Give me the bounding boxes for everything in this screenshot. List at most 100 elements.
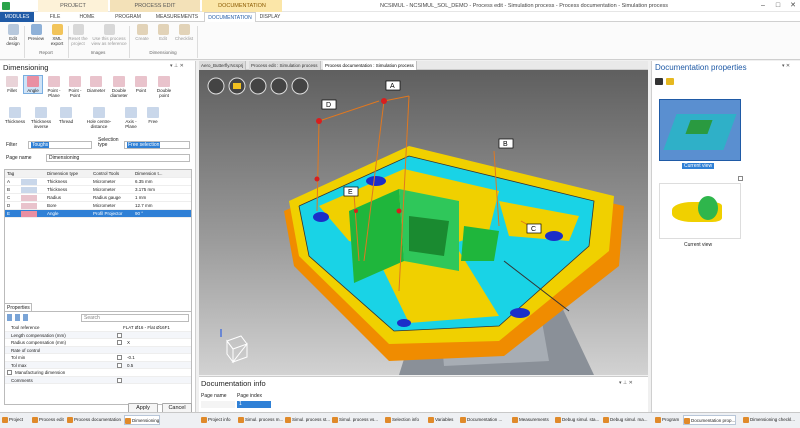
view-thumbnail-2[interactable] — [659, 183, 741, 239]
minimize-icon[interactable]: – — [756, 0, 770, 12]
property-row[interactable]: Rate of control — [5, 346, 191, 354]
tab-display[interactable]: DISPLAY — [258, 12, 282, 22]
filter-select[interactable]: Toughs — [28, 141, 92, 149]
properties-tab[interactable]: Properties — [4, 303, 32, 311]
tab-documentation[interactable]: DOCUMENTATION — [204, 12, 256, 22]
preview-button[interactable]: Preview — [25, 24, 47, 48]
camera-icon[interactable] — [291, 77, 309, 95]
layers-icon[interactable] — [249, 77, 267, 95]
tool-thickness[interactable]: Thickness — [3, 107, 27, 124]
property-row[interactable]: Length compensation (mm) — [5, 331, 191, 339]
properties-search-input[interactable]: Search — [81, 314, 189, 322]
selection-type-select[interactable]: Free selection — [124, 141, 190, 149]
panel-tab-simul-process-st[interactable]: Simul. process st... — [285, 415, 330, 425]
tool-double-diameter[interactable]: Double diameter — [108, 76, 130, 98]
pin-icon[interactable]: ▾ ⊥ ✕ — [170, 63, 184, 69]
page-index-cell[interactable]: 1 — [237, 401, 271, 408]
panel-tab-project[interactable]: Project — [2, 415, 23, 425]
page-name-cell[interactable] — [201, 401, 235, 408]
panel-tab-selection-info[interactable]: Selection info — [385, 415, 419, 425]
context-tab-project[interactable]: PROJECT — [38, 0, 108, 12]
property-row[interactable]: Manufacturing dimension — [5, 369, 191, 377]
panel-pin-icon[interactable]: ▾ ⊥ ✕ — [619, 380, 633, 386]
property-row[interactable]: Comments — [5, 376, 191, 384]
tool-axis-plane[interactable]: Axis - Plane — [120, 107, 142, 129]
reset-project-button[interactable]: Reset the project — [66, 24, 90, 48]
property-value: 0.5 — [127, 362, 134, 368]
doc-tab-process-documentation[interactable]: Process documentation : Simulation proce… — [323, 61, 417, 70]
view-thumbnail-1[interactable] — [659, 99, 741, 161]
close-icon[interactable]: ✕ — [786, 0, 800, 12]
tool-thread[interactable]: Thread — [56, 107, 76, 124]
tool-free[interactable]: Free — [144, 107, 162, 124]
use-as-reference-button[interactable]: Use this process view as reference — [91, 24, 127, 48]
checkbox[interactable] — [7, 370, 12, 375]
property-row[interactable]: Tol min -0.1 — [5, 354, 191, 362]
property-row[interactable]: Tol max 0.5 — [5, 361, 191, 369]
context-tab-process-edit[interactable]: PROCESS EDIT — [110, 0, 200, 12]
panel-tab-simul-process-m[interactable]: Simul. process m... — [238, 415, 283, 425]
tab-home[interactable]: HOME — [72, 12, 102, 22]
panel-tab-variables[interactable]: Variables — [428, 415, 453, 425]
tool-hole-centre-distance[interactable]: Hole centre-distance — [84, 107, 114, 129]
table-row[interactable]: D Bore Micrometer 12.7 mm — [5, 202, 191, 210]
panel-tab-dimensioning-checklist[interactable]: Dimensioning checkl... — [743, 415, 795, 425]
camera-icon[interactable] — [655, 78, 663, 85]
edit-button[interactable]: Edit — [152, 24, 174, 48]
checkbox[interactable] — [117, 332, 122, 338]
page-name-input[interactable]: Dimensioning — [46, 154, 190, 162]
tab-program[interactable]: PROGRAM — [110, 12, 146, 22]
table-row[interactable]: B Thickness Micrometer 3.175 mm — [5, 186, 191, 194]
panel-tab-program[interactable]: Program — [655, 415, 679, 425]
panel-tab-dimensioning[interactable]: Dimensioning — [124, 415, 161, 425]
checkbox[interactable] — [117, 355, 122, 360]
panel-tab-process-edit[interactable]: Process edit — [32, 415, 64, 425]
property-row[interactable]: Radius compensation (mm) X — [5, 339, 191, 347]
table-row-selected[interactable]: E Angle Profil Projector 90 ° — [5, 210, 191, 218]
table-row[interactable]: C Radius Radius gauge 1 mm — [5, 194, 191, 202]
panel-tab-debug-simul-sta[interactable]: Debug simul. sta... — [555, 415, 599, 425]
doc-tab-project[interactable]: Aero_Butterfly.Ncsprj — [199, 61, 247, 70]
tab-measurements[interactable]: MEASUREMENTS — [152, 12, 202, 22]
tool-point-point[interactable]: Point - Point — [66, 76, 84, 98]
image-icon[interactable] — [666, 78, 674, 85]
tool-double-point[interactable]: Double point — [153, 76, 175, 98]
context-tab-documentation[interactable]: DOCUMENTATION — [202, 0, 282, 12]
xml-export-button[interactable]: XML export — [46, 24, 68, 48]
zoom-icon[interactable] — [270, 77, 288, 95]
3d-scene[interactable]: A B C D E — [199, 61, 648, 375]
panel-tab-measurements[interactable]: Measurements — [512, 415, 549, 425]
tool-point-plane[interactable]: Point - Plane — [45, 76, 63, 98]
property-row[interactable]: Tool reference FLAT Ø16 - Flat Ø16F1 — [5, 324, 191, 332]
panel-tab-debug-simul-ma[interactable]: Debug simul. ma... — [603, 415, 648, 425]
tool-diameter[interactable]: Diameter — [87, 76, 105, 93]
checkbox[interactable] — [117, 362, 122, 368]
create-button[interactable]: Create — [131, 24, 153, 48]
checkbox[interactable] — [117, 340, 122, 345]
maximize-icon[interactable]: □ — [771, 0, 785, 12]
panel-close-icon[interactable]: ▾ ✕ — [782, 63, 790, 69]
panel-tab-project-info[interactable]: Project info — [201, 415, 231, 425]
view-checkbox[interactable] — [738, 176, 743, 181]
edit-design-button[interactable]: Edit design — [2, 24, 24, 48]
view-mode-icon[interactable] — [207, 77, 225, 95]
tab-file[interactable]: FILE — [40, 12, 70, 22]
xml-export-icon — [51, 24, 63, 35]
table-row[interactable]: A Thickness Micrometer 6.35 mm — [5, 178, 191, 186]
panel-tab-documentation[interactable]: Documentation ... — [460, 415, 502, 425]
panel-tab-simul-process-vs[interactable]: Simul. process vs... — [332, 415, 378, 425]
doc-tab-process-edit[interactable]: Process edit : Simulation process — [249, 61, 321, 70]
checklist-button[interactable]: Checklist — [173, 24, 195, 48]
properties-view-icons[interactable] — [7, 314, 37, 321]
tool-fillet[interactable]: Fillet — [3, 76, 21, 93]
checkbox[interactable] — [117, 377, 122, 383]
tool-angle[interactable]: Angle — [23, 75, 43, 94]
tool-thickness-inverse[interactable]: Thickness inverse — [29, 107, 53, 129]
panel-tab-documentation-prop[interactable]: Documentation prop... — [683, 415, 737, 425]
tool-point[interactable]: Point — [132, 76, 150, 93]
edit-icon — [157, 24, 169, 35]
selection-icon — [385, 417, 391, 423]
panel-tab-process-documentation[interactable]: Process documentation — [67, 415, 121, 425]
3d-viewport[interactable]: A B C D E — [199, 61, 648, 375]
tab-modules[interactable]: MODULES — [0, 12, 34, 22]
